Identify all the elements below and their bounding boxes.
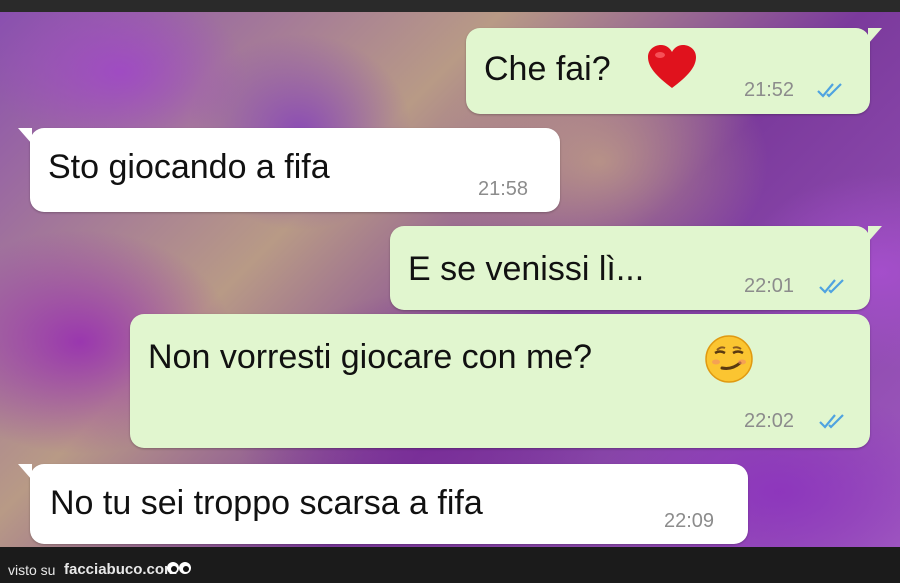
smirk-emoji-icon: [704, 334, 754, 384]
read-ticks-icon: [817, 83, 842, 98]
message-time: 22:01: [744, 275, 795, 297]
message-text: No tu sei troppo scarsa a fifa: [50, 484, 483, 522]
read-ticks-icon: [819, 279, 844, 294]
top-edge: [0, 0, 900, 12]
watermark-footer: visto su facciabuco.com: [0, 555, 900, 583]
outgoing-message-bubble[interactable]: E se venissi lì... 22:01: [390, 226, 882, 310]
outgoing-message-bubble[interactable]: Che fai? 21:52: [466, 28, 882, 114]
footer-site-link[interactable]: facciabuco.com: [64, 561, 177, 578]
message-text: Sto giocando a fifa: [48, 148, 330, 186]
outgoing-message-bubble[interactable]: Non vorresti giocare con me? 22:02: [130, 314, 870, 448]
heart-emoji-icon: [646, 42, 698, 94]
incoming-message-bubble[interactable]: No tu sei troppo scarsa a fifa 22:09: [18, 464, 748, 544]
message-time: 21:52: [744, 79, 795, 101]
read-ticks-icon: [819, 414, 844, 429]
eyes-logo-icon: [167, 562, 191, 574]
message-text: Non vorresti giocare con me?: [148, 338, 593, 376]
message-time: 22:02: [744, 410, 795, 432]
incoming-message-bubble[interactable]: Sto giocando a fifa 21:58: [18, 128, 560, 212]
footer-prefix: visto su: [8, 562, 56, 578]
message-text: E se venissi lì...: [408, 250, 645, 288]
message-time: 21:58: [478, 178, 529, 200]
message-text: Che fai?: [484, 50, 611, 88]
chat-area[interactable]: Che fai? 21:52 Sto giocando a fifa 21:58…: [0, 12, 900, 547]
message-time: 22:09: [664, 510, 715, 532]
